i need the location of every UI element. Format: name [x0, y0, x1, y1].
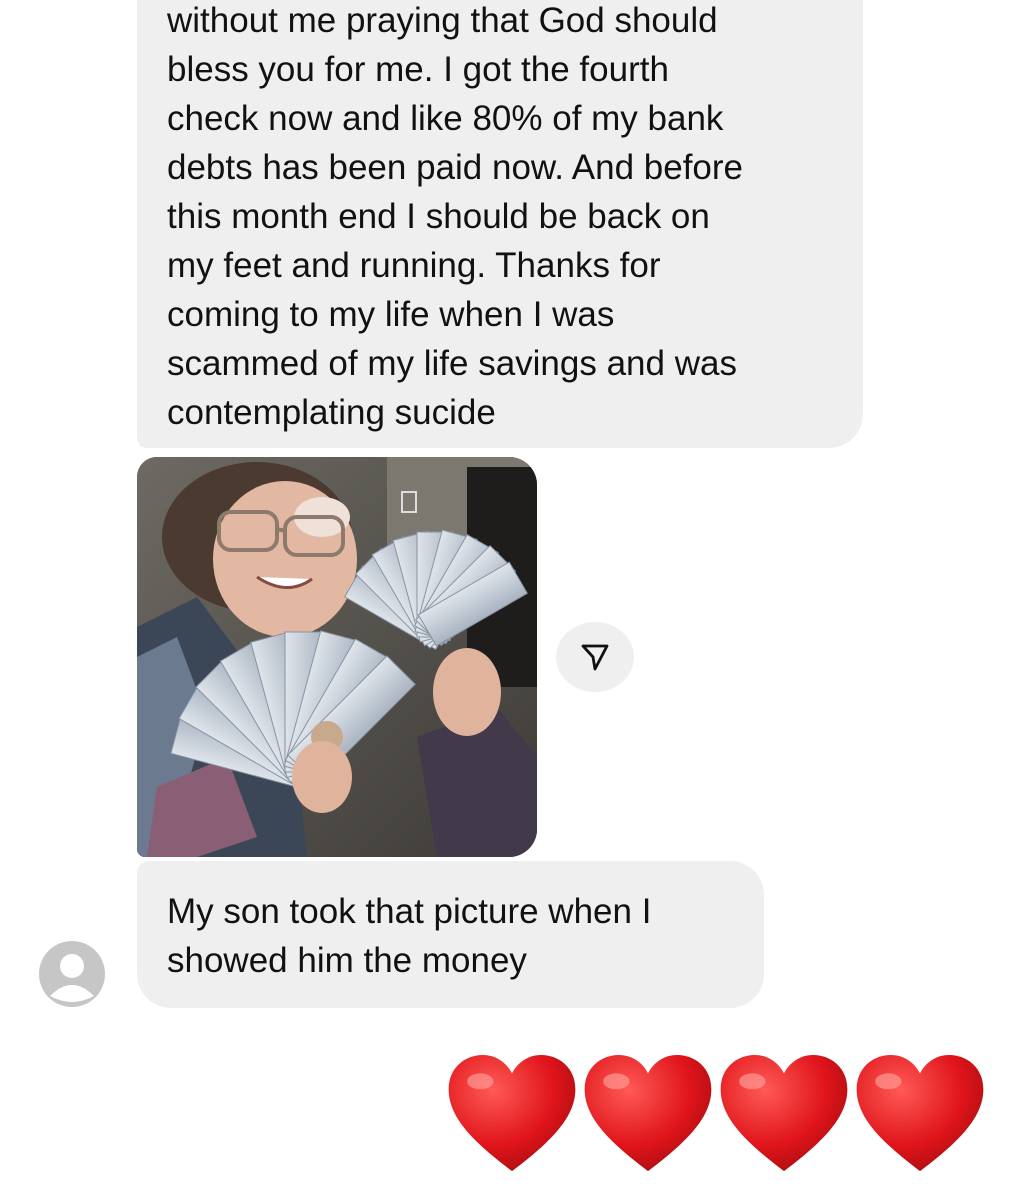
message-line: check now and like 80% of my bank — [167, 99, 724, 138]
heart-icon — [584, 1054, 712, 1172]
photo-message[interactable] — [137, 457, 537, 857]
share-button[interactable] — [556, 622, 634, 692]
heart-icon — [448, 1054, 576, 1172]
message-line: contemplating sucide — [167, 393, 496, 432]
reaction-hearts — [446, 1052, 986, 1182]
photo-woman-with-cash-icon — [137, 457, 537, 857]
message-line: without me praying that God should — [167, 1, 718, 40]
sender-avatar[interactable] — [38, 940, 106, 1008]
message-line: coming to my life when I was — [167, 295, 615, 334]
message-line: showed him the money — [167, 941, 527, 980]
heart-icon — [720, 1054, 848, 1172]
message-line: debts has been paid now. And before — [167, 148, 744, 187]
message-line: bless you for me. I got the fourth — [167, 50, 669, 89]
send-paper-plane-icon — [581, 644, 609, 671]
incoming-message-bubble[interactable]: My son took that picture when I showed h… — [137, 861, 764, 1008]
default-user-avatar-icon — [39, 941, 105, 1007]
incoming-message-bubble[interactable]: without me praying that God should bless… — [137, 0, 863, 448]
message-line: my feet and running. Thanks for — [167, 246, 661, 285]
message-line: scammed of my life savings and was — [167, 344, 737, 383]
message-line: My son took that picture when I — [167, 892, 652, 931]
heart-icon — [856, 1054, 984, 1172]
message-line: this month end I should be back on — [167, 197, 710, 236]
